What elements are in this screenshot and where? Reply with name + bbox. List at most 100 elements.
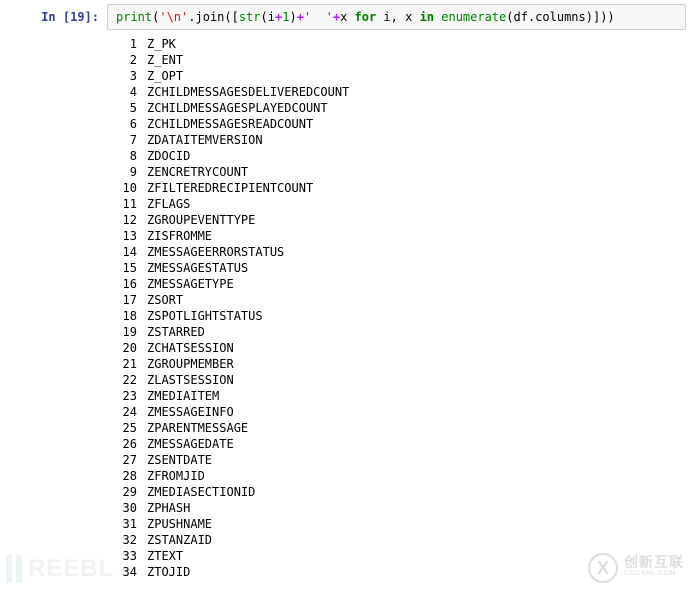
output-row: 15 ZMESSAGESTATUS (115, 260, 678, 276)
output-row-index: 4 (115, 84, 137, 100)
output-row-value: ZDOCID (147, 148, 678, 164)
output-row-index: 10 (115, 180, 137, 196)
output-row: 29 ZMEDIASECTIONID (115, 484, 678, 500)
output-row-value: ZMESSAGEERRORSTATUS (147, 244, 678, 260)
output-row-index: 16 (115, 276, 137, 292)
output-row: 3 Z_OPT (115, 68, 678, 84)
output-row: 27 ZSENTDATE (115, 452, 678, 468)
output-row-value: ZCHILDMESSAGESREADCOUNT (147, 116, 678, 132)
output-row: 12 ZGROUPEVENTTYPE (115, 212, 678, 228)
output-row: 1 Z_PK (115, 36, 678, 52)
output-row-index: 31 (115, 516, 137, 532)
output-row-value: ZMESSAGEDATE (147, 436, 678, 452)
output-row-value: ZSTANZAID (147, 532, 678, 548)
output-row-index: 12 (115, 212, 137, 228)
output-row-value: ZMEDIASECTIONID (147, 484, 678, 500)
output-row: 13 ZISFROMME (115, 228, 678, 244)
output-row-index: 26 (115, 436, 137, 452)
output-row: 8 ZDOCID (115, 148, 678, 164)
output-row-value: ZGROUPEVENTTYPE (147, 212, 678, 228)
output-row-value: ZSORT (147, 292, 678, 308)
output-row: 25 ZPARENTMESSAGE (115, 420, 678, 436)
stdout-output: 1 Z_PK2 Z_ENT3 Z_OPT4 ZCHILDMESSAGESDELI… (107, 34, 686, 584)
output-row-index: 17 (115, 292, 137, 308)
output-row-value: Z_ENT (147, 52, 678, 68)
output-row-index: 27 (115, 452, 137, 468)
output-row: 4 ZCHILDMESSAGESDELIVEREDCOUNT (115, 84, 678, 100)
output-row-value: ZDATAITEMVERSION (147, 132, 678, 148)
output-row-index: 33 (115, 548, 137, 564)
output-row-value: ZMESSAGESTATUS (147, 260, 678, 276)
output-row-value: ZENCRETRYCOUNT (147, 164, 678, 180)
output-row-value: ZCHILDMESSAGESDELIVEREDCOUNT (147, 84, 678, 100)
input-prompt: In [19]: (4, 4, 107, 24)
output-row-index: 2 (115, 52, 137, 68)
output-row-index: 8 (115, 148, 137, 164)
output-row-value: ZPARENTMESSAGE (147, 420, 678, 436)
output-row: 30 ZPHASH (115, 500, 678, 516)
output-row-value: ZTEXT (147, 548, 678, 564)
output-row-value: Z_PK (147, 36, 678, 52)
output-row-index: 13 (115, 228, 137, 244)
output-row-value: ZFROMJID (147, 468, 678, 484)
output-row-index: 32 (115, 532, 137, 548)
output-row-value: ZMEDIAITEM (147, 388, 678, 404)
output-row-value: ZLASTSESSION (147, 372, 678, 388)
notebook-input-cell: In [19]: print('\n'.join([str(i+1)+' '+x… (0, 0, 690, 30)
output-row: 33 ZTEXT (115, 548, 678, 564)
output-row-value: ZSTARRED (147, 324, 678, 340)
output-row-value: ZFLAGS (147, 196, 678, 212)
output-row-index: 19 (115, 324, 137, 340)
output-row-index: 3 (115, 68, 137, 84)
output-row-index: 1 (115, 36, 137, 52)
output-row: 21 ZGROUPMEMBER (115, 356, 678, 372)
output-row: 20 ZCHATSESSION (115, 340, 678, 356)
output-row: 11 ZFLAGS (115, 196, 678, 212)
output-row: 2 Z_ENT (115, 52, 678, 68)
tok-in: in (420, 10, 434, 24)
tok-string-space: ' ' (304, 10, 333, 24)
output-row: 10 ZFILTEREDRECIPIENTCOUNT (115, 180, 678, 196)
output-row-index: 18 (115, 308, 137, 324)
output-row-value: ZMESSAGETYPE (147, 276, 678, 292)
code-input[interactable]: print('\n'.join([str(i+1)+' '+x for i, x… (107, 4, 686, 30)
output-row: 24 ZMESSAGEINFO (115, 404, 678, 420)
output-row: 28 ZFROMJID (115, 468, 678, 484)
output-row-index: 23 (115, 388, 137, 404)
tok-for: for (355, 10, 377, 24)
output-row-index: 15 (115, 260, 137, 276)
output-row-value: ZMESSAGEINFO (147, 404, 678, 420)
output-row: 18 ZSPOTLIGHTSTATUS (115, 308, 678, 324)
output-row: 7 ZDATAITEMVERSION (115, 132, 678, 148)
output-row-index: 22 (115, 372, 137, 388)
output-row-value: ZGROUPMEMBER (147, 356, 678, 372)
output-row-index: 7 (115, 132, 137, 148)
notebook-output-cell: 1 Z_PK2 Z_ENT3 Z_OPT4 ZCHILDMESSAGESDELI… (0, 30, 690, 584)
output-row-value: ZFILTEREDRECIPIENTCOUNT (147, 180, 678, 196)
output-row-value: ZTOJID (147, 564, 678, 580)
output-row: 6 ZCHILDMESSAGESREADCOUNT (115, 116, 678, 132)
output-row: 16 ZMESSAGETYPE (115, 276, 678, 292)
tok-string-newline: '\n' (159, 10, 188, 24)
output-row-value: Z_OPT (147, 68, 678, 84)
tok-enumerate: enumerate (441, 10, 506, 24)
output-row: 32 ZSTANZAID (115, 532, 678, 548)
output-row-value: ZPUSHNAME (147, 516, 678, 532)
output-row: 26 ZMESSAGEDATE (115, 436, 678, 452)
output-row-value: ZPHASH (147, 500, 678, 516)
tok-str: str (239, 10, 261, 24)
output-row-index: 6 (115, 116, 137, 132)
output-row: 14 ZMESSAGEERRORSTATUS (115, 244, 678, 260)
output-row: 17 ZSORT (115, 292, 678, 308)
output-row-value: ZCHILDMESSAGESPLAYEDCOUNT (147, 100, 678, 116)
output-row-index: 28 (115, 468, 137, 484)
output-row-value: ZSENTDATE (147, 452, 678, 468)
tok-print: print (116, 10, 152, 24)
output-row-index: 5 (115, 100, 137, 116)
output-row: 22 ZLASTSESSION (115, 372, 678, 388)
output-row: 23 ZMEDIAITEM (115, 388, 678, 404)
output-row-index: 20 (115, 340, 137, 356)
output-row-index: 24 (115, 404, 137, 420)
output-row-index: 25 (115, 420, 137, 436)
output-row: 5 ZCHILDMESSAGESPLAYEDCOUNT (115, 100, 678, 116)
